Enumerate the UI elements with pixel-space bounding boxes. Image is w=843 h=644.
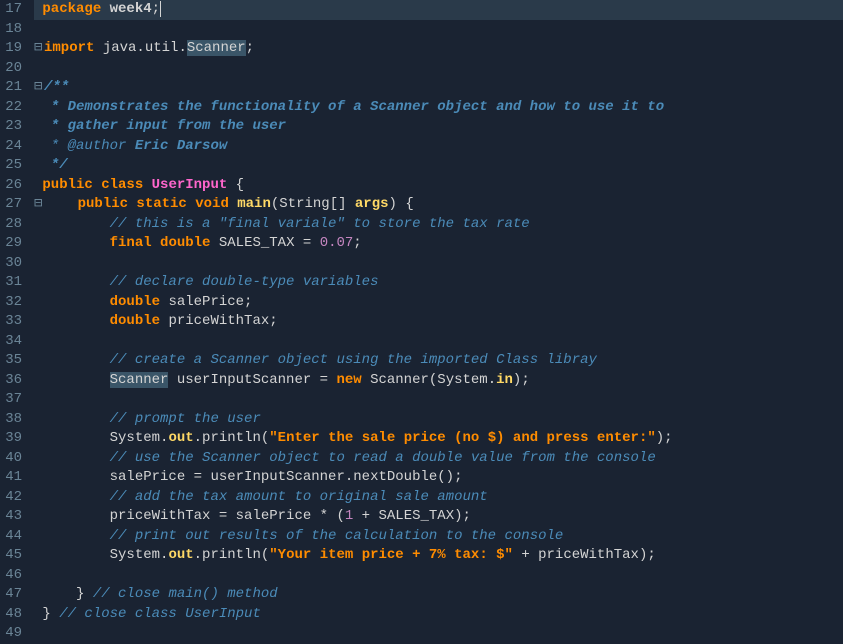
line-number: 31 — [4, 273, 22, 293]
line-number: 30 — [4, 254, 22, 274]
line-number: 39 — [4, 429, 22, 449]
code-line[interactable] — [34, 59, 843, 79]
code-line[interactable] — [34, 624, 843, 644]
line-number: 24 — [4, 137, 22, 157]
code-line[interactable]: // declare double-type variables — [34, 273, 843, 293]
code-line[interactable]: * @author Eric Darsow — [34, 137, 843, 157]
code-line[interactable]: System.out.println("Your item price + 7%… — [34, 546, 843, 566]
line-number: 46 — [4, 566, 22, 586]
line-number: 32 — [4, 293, 22, 313]
code-line[interactable]: // print out results of the calculation … — [34, 527, 843, 547]
code-line[interactable]: double priceWithTax; — [34, 312, 843, 332]
line-number: 42 — [4, 488, 22, 508]
code-line[interactable]: * gather input from the user — [34, 117, 843, 137]
line-number-gutter: 17 18 19 20 21 22 23 24 25 26 27 28 29 3… — [0, 0, 30, 644]
code-line[interactable]: // create a Scanner object using the imp… — [34, 351, 843, 371]
code-line[interactable]: ⊟/** — [34, 78, 843, 98]
line-number: 20 — [4, 59, 22, 79]
code-line[interactable]: ⊟ public static void main(String[] args)… — [34, 195, 843, 215]
line-number: 34 — [4, 332, 22, 352]
code-line[interactable]: System.out.println("Enter the sale price… — [34, 429, 843, 449]
code-line[interactable]: */ — [34, 156, 843, 176]
line-number: 18 — [4, 20, 22, 40]
code-line[interactable]: // prompt the user — [34, 410, 843, 430]
code-line[interactable] — [34, 566, 843, 586]
line-number: 49 — [4, 624, 22, 644]
code-line[interactable]: priceWithTax = salePrice * (1 + SALES_TA… — [34, 507, 843, 527]
code-line[interactable]: public class UserInput { — [34, 176, 843, 196]
code-line[interactable] — [34, 20, 843, 40]
line-number: 48 — [4, 605, 22, 625]
line-number: 44 — [4, 527, 22, 547]
code-line[interactable]: double salePrice; — [34, 293, 843, 313]
line-number: 27 — [4, 195, 22, 215]
code-editor[interactable]: 17 18 19 20 21 22 23 24 25 26 27 28 29 3… — [0, 0, 843, 644]
line-number: 19 — [4, 39, 22, 59]
line-number: 23 — [4, 117, 22, 137]
line-number: 37 — [4, 390, 22, 410]
text-cursor — [160, 1, 161, 17]
line-number: 29 — [4, 234, 22, 254]
line-number: 22 — [4, 98, 22, 118]
code-line[interactable]: salePrice = userInputScanner.nextDouble(… — [34, 468, 843, 488]
code-line[interactable]: } // close main() method — [34, 585, 843, 605]
code-line[interactable]: // use the Scanner object to read a doub… — [34, 449, 843, 469]
fold-icon[interactable]: ⊟ — [34, 78, 44, 98]
line-number: 33 — [4, 312, 22, 332]
fold-icon[interactable]: ⊟ — [34, 39, 44, 59]
line-number: 25 — [4, 156, 22, 176]
line-number: 36 — [4, 371, 22, 391]
code-line[interactable] — [34, 390, 843, 410]
line-number: 41 — [4, 468, 22, 488]
code-line[interactable]: * Demonstrates the functionality of a Sc… — [34, 98, 843, 118]
line-number: 43 — [4, 507, 22, 527]
line-number: 47 — [4, 585, 22, 605]
code-line[interactable] — [34, 332, 843, 352]
line-number: 35 — [4, 351, 22, 371]
code-line[interactable]: // add the tax amount to original sale a… — [34, 488, 843, 508]
code-line[interactable]: ⊟import java.util.Scanner; — [34, 39, 843, 59]
code-area[interactable]: package week4; ⊟import java.util.Scanner… — [30, 0, 843, 644]
code-line[interactable]: } // close class UserInput — [34, 605, 843, 625]
fold-icon[interactable]: ⊟ — [34, 195, 44, 215]
line-number: 45 — [4, 546, 22, 566]
line-number: 17 — [4, 0, 22, 20]
line-number: 21 — [4, 78, 22, 98]
code-line[interactable]: final double SALES_TAX = 0.07; — [34, 234, 843, 254]
code-line[interactable] — [34, 254, 843, 274]
line-number: 40 — [4, 449, 22, 469]
code-line[interactable]: // this is a "final variale" to store th… — [34, 215, 843, 235]
code-line[interactable]: package week4; — [34, 0, 843, 20]
line-number: 38 — [4, 410, 22, 430]
line-number: 28 — [4, 215, 22, 235]
code-line[interactable]: Scanner userInputScanner = new Scanner(S… — [34, 371, 843, 391]
line-number: 26 — [4, 176, 22, 196]
